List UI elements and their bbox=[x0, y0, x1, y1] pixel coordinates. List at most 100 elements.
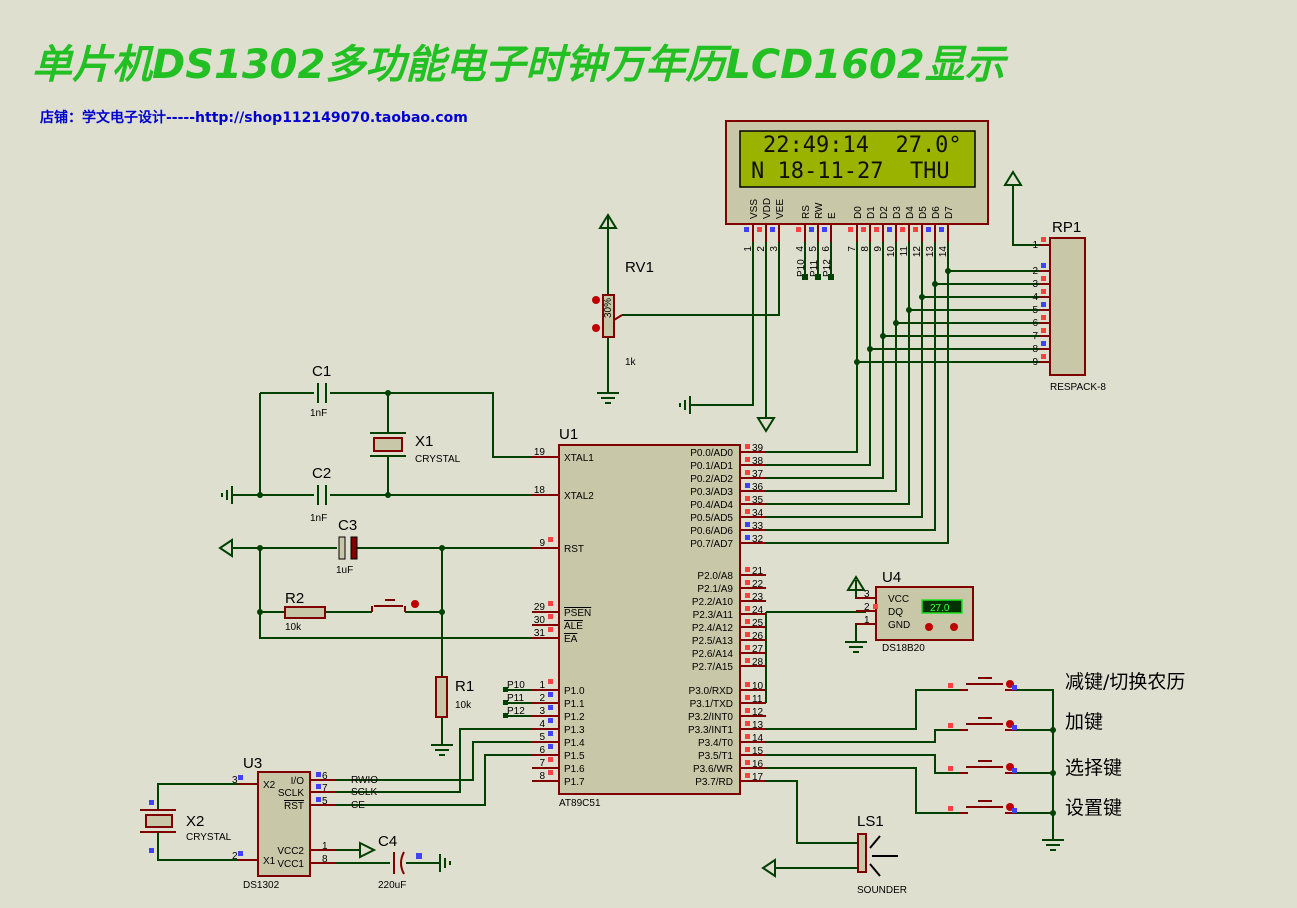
pin-state-indicator bbox=[745, 567, 750, 572]
pin-state-indicator bbox=[757, 227, 762, 232]
pin-state-indicator bbox=[1012, 808, 1017, 813]
pin-state-indicator bbox=[1041, 276, 1046, 281]
u1-at89c51[interactable]: U1 AT89C51 19XTAL118XTAL29RST29PSEN30ALE… bbox=[507, 426, 766, 809]
x2-crystal[interactable]: X2 CRYSTAL bbox=[140, 809, 232, 843]
pin-state-indicator bbox=[745, 509, 750, 514]
u1-net-label: P12 bbox=[507, 706, 525, 717]
pin-state-indicator bbox=[745, 470, 750, 475]
u1-pin-number: 5 bbox=[539, 732, 545, 743]
pin-state-indicator bbox=[1041, 289, 1046, 294]
u1-pin-label: XTAL1 bbox=[564, 453, 594, 464]
ls1-sounder[interactable]: LS1 SOUNDER bbox=[857, 813, 907, 896]
r2-resistor[interactable]: R2 10k bbox=[284, 590, 326, 633]
u3-pin-label: RST bbox=[284, 801, 304, 812]
u3-ref: U3 bbox=[243, 755, 262, 772]
pin-state-indicator bbox=[796, 227, 801, 232]
u1-pin-number: 34 bbox=[752, 508, 764, 519]
u1-pin-label: P3.3/INT1 bbox=[688, 725, 733, 736]
u4-pin-number: 2 bbox=[864, 602, 870, 613]
u1-pin-label: P1.3 bbox=[564, 725, 585, 736]
u1-pin-label: P1.0 bbox=[564, 686, 585, 697]
u1-pin-number: 33 bbox=[752, 521, 764, 532]
pin-state-indicator bbox=[745, 457, 750, 462]
pin-state-indicator bbox=[548, 731, 553, 736]
pin-state-indicator bbox=[548, 705, 553, 710]
reset-button[interactable] bbox=[371, 599, 419, 612]
power-arrow-icon bbox=[761, 858, 776, 878]
u3-pin-label: SCLK bbox=[278, 788, 304, 799]
pin-state-indicator bbox=[1041, 315, 1046, 320]
push-button[interactable]: 减键/切换农历 bbox=[948, 671, 1185, 693]
pin-state-indicator bbox=[1041, 302, 1046, 307]
pin-state-indicator bbox=[745, 747, 750, 752]
u1-pin-number: 27 bbox=[752, 644, 764, 655]
pin-state-indicator bbox=[745, 695, 750, 700]
r1-resistor[interactable]: R1 10k bbox=[435, 676, 474, 718]
power-arrow-icon bbox=[1003, 170, 1023, 186]
lcd-line-1: 22:49:14 27.0° bbox=[763, 133, 962, 158]
u1-net-label: P10 bbox=[507, 680, 525, 691]
u3-pin-number: 1 bbox=[322, 841, 328, 852]
u3-pin-number: 6 bbox=[322, 771, 328, 782]
c1-capacitor[interactable]: C1 1nF bbox=[310, 363, 331, 419]
pin-state-indicator bbox=[745, 593, 750, 598]
ground-icon bbox=[1042, 839, 1064, 851]
u1-net-label: P11 bbox=[507, 693, 524, 704]
u1-pin-number: 37 bbox=[752, 469, 764, 480]
r2-ref: R2 bbox=[285, 590, 304, 607]
ground-icon bbox=[679, 396, 691, 414]
pin-state-indicator bbox=[939, 227, 944, 232]
schematic-canvas: 单片机DS1302多功能电子时钟万年历LCD1602显示 店铺：学文电子设计--… bbox=[0, 0, 1297, 908]
pin-state-indicator bbox=[745, 496, 750, 501]
rv1-wiper: 30% bbox=[603, 298, 614, 318]
pin-state-indicator bbox=[745, 483, 750, 488]
u1-pin-number: 11 bbox=[752, 694, 763, 705]
push-button[interactable]: 选择键 bbox=[948, 757, 1122, 779]
pin-state-indicator bbox=[848, 227, 853, 232]
push-button[interactable]: 设置键 bbox=[948, 797, 1122, 819]
pin-state-indicator bbox=[149, 800, 154, 805]
u1-pin-label: P2.7/A15 bbox=[692, 662, 734, 673]
rp1-pin-number: 6 bbox=[1032, 318, 1038, 329]
u1-pin-label: P2.2/A10 bbox=[692, 597, 734, 608]
u4-reading: 27.0 bbox=[930, 603, 950, 614]
rp1-resistor-pack[interactable]: RP1 RESPACK-8 1 2 3 4 5 6 7 8 9 bbox=[1032, 219, 1106, 393]
pin-state-indicator bbox=[861, 227, 866, 232]
u3-part: DS1302 bbox=[243, 880, 280, 891]
c3-capacitor[interactable]: C3 1uF bbox=[336, 517, 358, 576]
pin-state-indicator bbox=[948, 683, 953, 688]
pin-state-indicator bbox=[948, 723, 953, 728]
pin-state-indicator bbox=[745, 645, 750, 650]
u1-pin-number: 22 bbox=[752, 579, 764, 590]
u1-pin-label: P2.3/A11 bbox=[693, 610, 734, 621]
pin-state-indicator bbox=[745, 606, 750, 611]
rp1-pin-number: 7 bbox=[1032, 331, 1038, 342]
lcd-pin-label: D6 bbox=[931, 206, 942, 219]
u4-pin-number: 1 bbox=[864, 615, 870, 626]
lcd-line-2: N 18-11-27 THU bbox=[751, 159, 950, 184]
temp-down-icon[interactable] bbox=[925, 623, 933, 631]
button-label: 减键/切换农历 bbox=[1065, 671, 1185, 693]
u1-pin-number: 25 bbox=[752, 618, 764, 629]
u4-ref: U4 bbox=[882, 569, 901, 586]
pin-state-indicator bbox=[900, 227, 905, 232]
power-arrow-icon bbox=[218, 538, 233, 558]
pin-state-indicator bbox=[770, 227, 775, 232]
pin-state-indicator bbox=[745, 580, 750, 585]
c2-value: 1nF bbox=[310, 513, 327, 524]
x1-crystal[interactable]: X1 CRYSTAL bbox=[370, 432, 461, 465]
pin-state-indicator bbox=[822, 227, 827, 232]
u1-pin-label: P2.0/A8 bbox=[697, 571, 733, 582]
u1-pin-label: P1.5 bbox=[564, 751, 585, 762]
temp-up-icon[interactable] bbox=[950, 623, 958, 631]
pin-state-indicator bbox=[548, 627, 553, 632]
u1-pin-number: 17 bbox=[752, 772, 764, 783]
u1-pin-number: 1 bbox=[539, 680, 545, 691]
rp1-pin-number: 4 bbox=[1032, 292, 1038, 303]
button-label: 设置键 bbox=[1065, 797, 1122, 819]
rv1-potentiometer[interactable]: RV1 1k 30% bbox=[592, 259, 654, 368]
rp1-pin-number: 5 bbox=[1032, 305, 1038, 316]
u1-pin-label: P3.1/TXD bbox=[690, 699, 733, 710]
u4-ds18b20[interactable]: U4 DS18B20 27.0 3 VCC 2 DQ 1 GND bbox=[856, 569, 974, 654]
u3-pin-label: VCC2 bbox=[277, 846, 304, 857]
